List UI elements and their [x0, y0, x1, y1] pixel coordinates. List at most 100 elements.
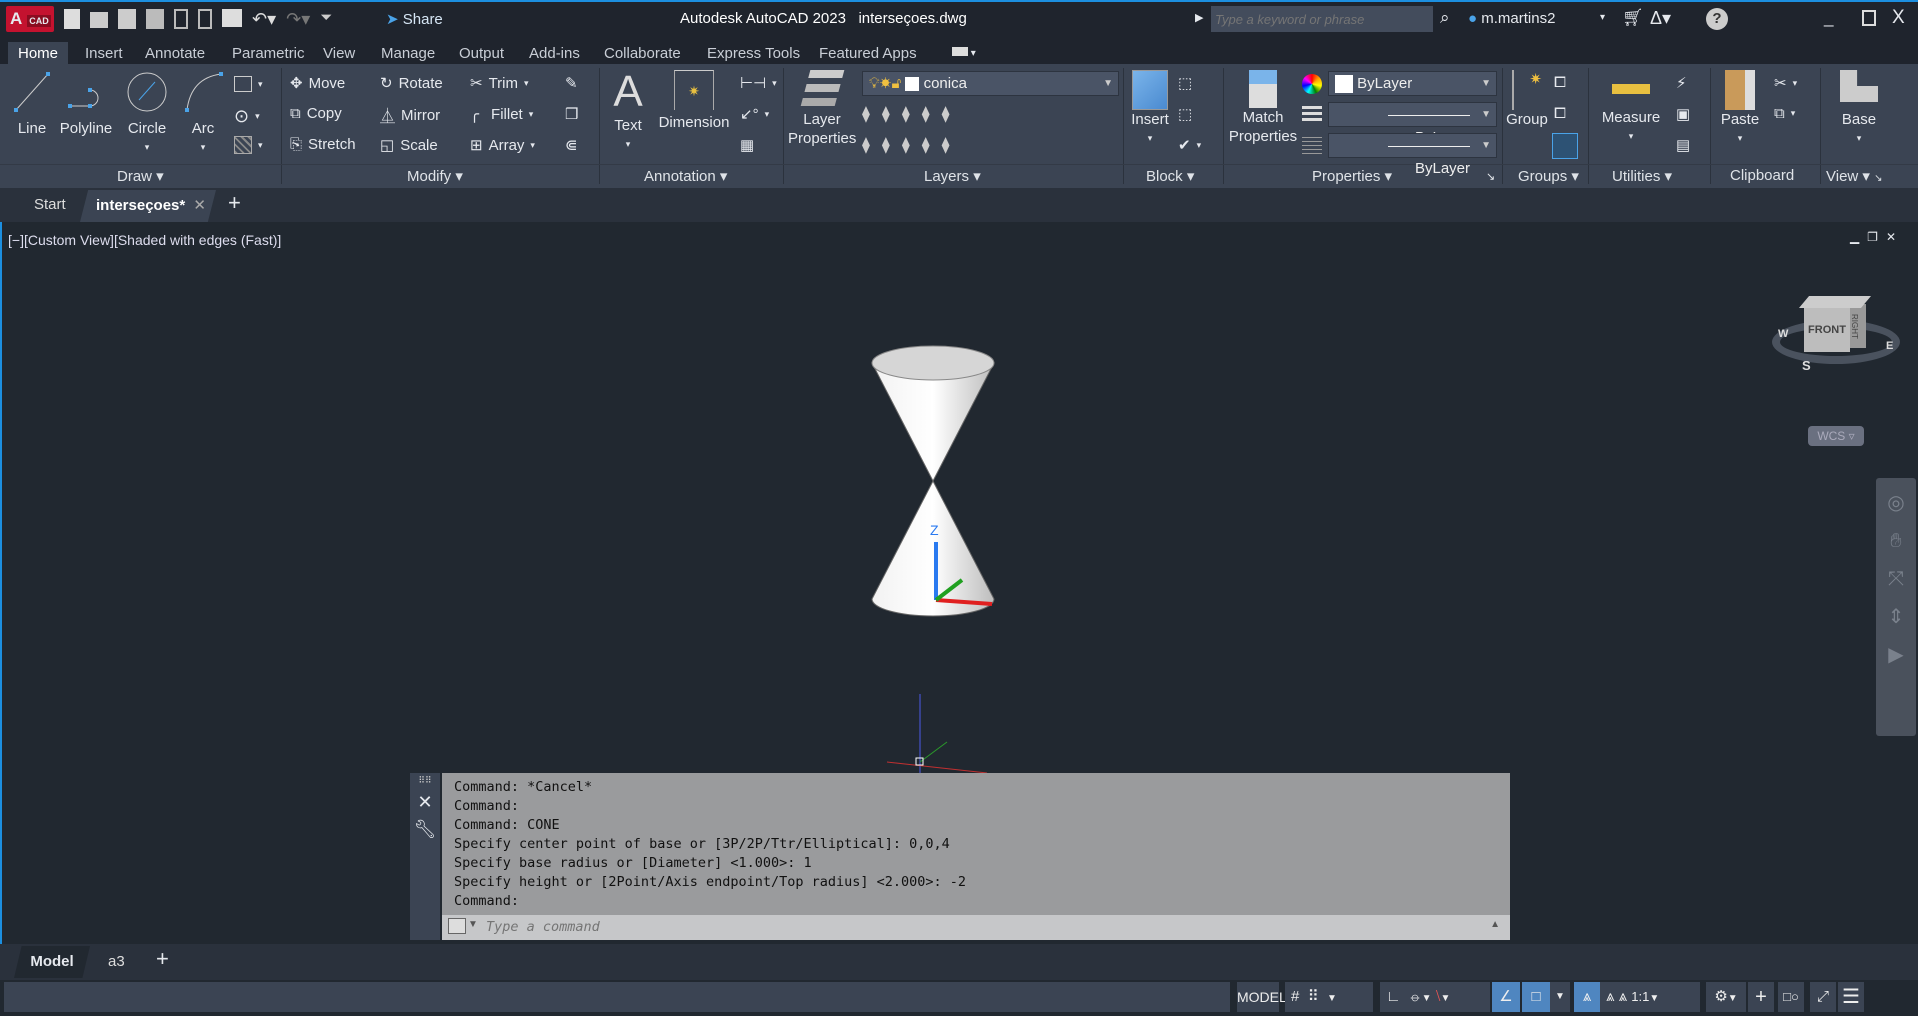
- command-prompt-icon[interactable]: [448, 918, 466, 934]
- layers-panel-label[interactable]: Layers ▾: [924, 167, 981, 185]
- erase-icon[interactable]: ✎: [565, 74, 578, 92]
- share-button[interactable]: ➤ Share: [386, 10, 443, 28]
- snap-menu-caret[interactable]: ▼: [1327, 993, 1337, 1004]
- layer-properties-button[interactable]: Layer Properties: [788, 70, 856, 148]
- polar-icon[interactable]: ⦵: [1409, 988, 1422, 1005]
- minimize-button[interactable]: _: [1824, 8, 1833, 28]
- block-panel-label[interactable]: Block ▾: [1146, 167, 1194, 185]
- web-mobile-open-icon[interactable]: [174, 9, 188, 29]
- compass-east[interactable]: E: [1886, 340, 1893, 352]
- orbit-icon[interactable]: ⇕: [1876, 598, 1916, 636]
- leader-icon[interactable]: ↙° ▾: [740, 105, 769, 123]
- expand-history-icon[interactable]: ▲: [1490, 919, 1500, 930]
- ortho-icon[interactable]: ∟: [1386, 988, 1401, 1005]
- tab-featured-apps[interactable]: Featured Apps: [809, 42, 927, 65]
- ungroup-icon[interactable]: ⧠: [1554, 74, 1566, 91]
- tab-view[interactable]: View: [313, 42, 365, 65]
- zoom-extents-icon[interactable]: ⤧: [1876, 560, 1916, 598]
- base-view-button[interactable]: Base ▾: [1836, 70, 1882, 148]
- group-selection-toggle[interactable]: [1552, 133, 1578, 159]
- calculator-icon[interactable]: ▤: [1676, 136, 1690, 154]
- close-button[interactable]: X: [1892, 7, 1905, 29]
- annotation-scale-icon[interactable]: ⩓: [1619, 988, 1627, 1005]
- line-button[interactable]: Line: [10, 70, 54, 138]
- tab-parametric[interactable]: Parametric: [222, 42, 315, 65]
- ucs-menu-button[interactable]: WCS ▿: [1808, 426, 1864, 446]
- copy-button[interactable]: ⧉ Copy: [290, 105, 342, 122]
- undo-icon[interactable]: ↶▾: [252, 9, 276, 30]
- close-command-icon[interactable]: ✕: [410, 792, 440, 813]
- tab-start[interactable]: Start: [34, 196, 66, 213]
- snap-icon[interactable]: ⠿: [1308, 988, 1319, 1005]
- tab-output[interactable]: Output: [449, 42, 514, 65]
- layer-dropdown[interactable]: 💡︎☀︎🔓︎ conica ▼: [862, 71, 1119, 96]
- redo-icon[interactable]: ↷▾: [286, 9, 310, 30]
- cut-icon[interactable]: ✂ ▾: [1774, 74, 1797, 92]
- search-input[interactable]: [1211, 6, 1433, 32]
- lineweight-dropdown[interactable]: ByLayer ▼: [1328, 133, 1497, 177]
- search-icon[interactable]: ⌕: [1440, 8, 1450, 28]
- clean-screen-button[interactable]: ⤢: [1810, 982, 1836, 1012]
- tab-annotate[interactable]: Annotate: [135, 42, 215, 65]
- viewcube-front-face[interactable]: FRONT: [1804, 308, 1850, 352]
- steering-wheel-icon[interactable]: ◎: [1876, 484, 1916, 522]
- search-expand-icon[interactable]: ▶: [1195, 11, 1203, 24]
- plot-icon[interactable]: [222, 9, 242, 27]
- autodesk-app-icon[interactable]: Δ▾: [1650, 8, 1671, 29]
- text-button[interactable]: A Text ▾: [608, 68, 648, 154]
- compass-south[interactable]: S: [1802, 358, 1811, 373]
- copy-clip-icon[interactable]: ⧉ ▾: [1774, 105, 1795, 122]
- fillet-button[interactable]: ╭ Fillet ▾: [470, 105, 533, 124]
- circle-button[interactable]: Circle ▾: [122, 70, 172, 157]
- trim-button[interactable]: ✂ Trim ▾: [470, 74, 529, 93]
- tab-manage[interactable]: Manage: [371, 42, 445, 65]
- tab-add-ins[interactable]: Add-ins: [519, 42, 590, 65]
- object-snap-toggle[interactable]: □: [1522, 982, 1550, 1012]
- insert-block-button[interactable]: Insert ▾: [1128, 70, 1172, 148]
- tab-home[interactable]: Home: [8, 42, 69, 65]
- table-icon[interactable]: ▦: [740, 136, 754, 154]
- match-properties-button[interactable]: Match Properties: [1228, 70, 1298, 146]
- tab-collaborate[interactable]: Collaborate: [594, 42, 691, 65]
- groups-panel-label[interactable]: Groups ▾: [1518, 167, 1579, 185]
- rectangle-button[interactable]: ▾: [234, 76, 263, 92]
- showmotion-icon[interactable]: ▶: [1876, 636, 1916, 674]
- layer-tools-row-1[interactable]: ⧫⧫⧫⧫⧫: [862, 104, 962, 124]
- annotation-panel-label[interactable]: Annotation ▾: [644, 167, 727, 185]
- pan-icon[interactable]: ✋︎: [1876, 522, 1916, 560]
- customize-qat-icon[interactable]: ⏷: [320, 9, 332, 30]
- tab-layout-a3[interactable]: a3: [108, 953, 125, 970]
- new-tab-button[interactable]: +: [228, 190, 241, 216]
- object-snap-menu-caret[interactable]: ▼: [1550, 982, 1570, 1012]
- edit-block-icon[interactable]: ⬚: [1178, 105, 1192, 123]
- explode-icon[interactable]: ❒: [565, 105, 578, 123]
- lower-cone[interactable]: [871, 479, 995, 617]
- cart-icon[interactable]: 🛒︎: [1622, 8, 1644, 28]
- workspace-settings-button[interactable]: ⚙▼: [1706, 982, 1746, 1012]
- mirror-button[interactable]: ⏅ Mirror: [380, 105, 440, 126]
- tab-insert[interactable]: Insert: [75, 42, 133, 65]
- rotate-button[interactable]: ↻ Rotate: [380, 74, 443, 93]
- utilities-panel-label[interactable]: Utilities ▾: [1612, 167, 1672, 185]
- customize-status-bar-button[interactable]: ☰: [1838, 982, 1864, 1012]
- annotation-scale-value[interactable]: 1:1: [1631, 989, 1649, 1004]
- isolate-objects-button[interactable]: □○: [1778, 982, 1804, 1012]
- maximize-button[interactable]: [1862, 10, 1876, 26]
- array-button[interactable]: ⊞ Array ▾: [470, 136, 535, 155]
- save-icon[interactable]: [118, 9, 136, 29]
- move-button[interactable]: ✥ Move: [290, 74, 345, 93]
- model-space-toggle[interactable]: MODEL: [1237, 982, 1287, 1012]
- select-all-icon[interactable]: ▣: [1676, 105, 1690, 123]
- layer-tools-row-2[interactable]: ⧫⧫⧫⧫⧫: [862, 135, 962, 155]
- linetype-dropdown[interactable]: ByLayer▼: [1328, 102, 1497, 146]
- arc-button[interactable]: Arc ▾: [180, 70, 226, 157]
- ellipse-button[interactable]: ⊙ ▾: [234, 106, 260, 127]
- paste-button[interactable]: Paste ▾: [1716, 70, 1764, 148]
- drag-handle-icon[interactable]: ⠿⠿: [410, 775, 440, 786]
- user-menu-caret[interactable]: ▾: [1600, 12, 1605, 23]
- polyline-button[interactable]: Polyline: [58, 70, 114, 138]
- properties-panel-label[interactable]: Properties ▾: [1312, 167, 1392, 185]
- annotation-visibility-toggle[interactable]: ⩓: [1574, 982, 1600, 1012]
- new-file-icon[interactable]: [64, 9, 80, 29]
- open-folder-icon[interactable]: [90, 12, 108, 28]
